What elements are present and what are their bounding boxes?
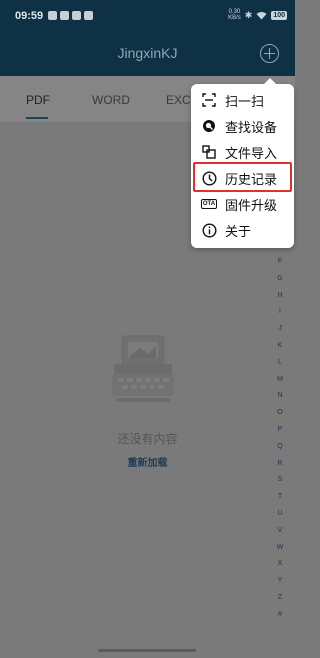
- menu-item-about[interactable]: 关于: [191, 217, 294, 243]
- empty-message: 还没有内容: [117, 432, 178, 446]
- alphabet-index-letter[interactable]: J: [275, 321, 285, 338]
- reload-link[interactable]: 重新加载: [0, 454, 295, 469]
- alphabet-index-letter[interactable]: X: [275, 556, 285, 573]
- status-time: 09:59: [15, 10, 44, 22]
- alphabet-index-letter[interactable]: Z: [275, 590, 285, 607]
- menu-item-label: 关于: [225, 223, 252, 239]
- find-device-icon: [201, 118, 217, 134]
- add-icon[interactable]: [260, 44, 279, 63]
- app-bar: JingxinKJ: [0, 32, 295, 76]
- notification-tiktok-icon: [72, 11, 81, 20]
- alphabet-index-letter[interactable]: P: [275, 422, 285, 439]
- alphabet-index-letter[interactable]: H: [275, 288, 285, 305]
- menu-item-label: 文件导入: [225, 145, 278, 161]
- alphabet-index-letter[interactable]: Y: [275, 573, 285, 590]
- menu-item-find-device[interactable]: 查找设备: [191, 113, 294, 139]
- alphabet-index-letter[interactable]: U: [275, 506, 285, 523]
- bluetooth-icon: ✱: [244, 9, 253, 20]
- alphabet-index-letter[interactable]: T: [275, 489, 285, 506]
- network-speed: 0.30 KB/s: [228, 9, 241, 21]
- alphabet-index-letter[interactable]: S: [275, 472, 285, 489]
- tab-word[interactable]: WORD: [92, 93, 130, 107]
- alphabet-index-letter[interactable]: O: [275, 405, 285, 422]
- scan-icon: [201, 92, 217, 108]
- battery-icon: 100: [271, 10, 287, 20]
- menu-item-label: 查找设备: [225, 119, 278, 135]
- alphabet-index-letter[interactable]: G: [275, 271, 285, 288]
- menu-item-label: 扫一扫: [225, 93, 265, 109]
- alphabet-index-letter[interactable]: K: [275, 338, 285, 355]
- menu-item-scan[interactable]: 扫一扫: [191, 87, 294, 113]
- info-icon: [201, 222, 217, 238]
- wifi-icon: [256, 11, 267, 19]
- menu-item-label: 固件升级: [225, 197, 278, 213]
- alphabet-index-letter[interactable]: N: [275, 388, 285, 405]
- empty-typewriter-icon: [112, 335, 174, 402]
- alphabet-index-letter[interactable]: I: [275, 304, 285, 321]
- notification-app-icon: [48, 11, 57, 20]
- status-right: 0.30 KB/s ✱ 100: [228, 9, 287, 21]
- network-speed-unit: KB/s: [228, 15, 241, 21]
- alphabet-index-letter[interactable]: W: [275, 540, 285, 557]
- history-highlight-box: [193, 162, 292, 192]
- tab-pdf[interactable]: PDF: [26, 93, 50, 107]
- menu-item-firmware-upgrade[interactable]: OTA 固件升级: [191, 191, 294, 217]
- active-tab-indicator: [26, 117, 48, 119]
- alphabet-index-letter[interactable]: F: [275, 254, 285, 271]
- notification-sync-icon: [84, 11, 93, 20]
- alphabet-index[interactable]: F G H I J K L M N O P Q R S T U V W X Y Z #: [275, 254, 285, 624]
- notification-mail-icon: [60, 11, 69, 20]
- alphabet-index-letter[interactable]: V: [275, 523, 285, 540]
- alphabet-index-letter[interactable]: M: [275, 372, 285, 389]
- ota-icon-text: OTA: [200, 199, 218, 209]
- home-indicator[interactable]: [98, 649, 196, 652]
- status-bar: 09:59 0.30 KB/s ✱ 100: [0, 0, 295, 32]
- alphabet-index-letter[interactable]: L: [275, 355, 285, 372]
- app-title: JingxinKJ: [117, 45, 178, 61]
- notification-icons: [48, 11, 93, 20]
- file-import-icon: [201, 144, 217, 160]
- alphabet-index-letter[interactable]: Q: [275, 439, 285, 456]
- ota-icon: OTA: [200, 196, 218, 212]
- alphabet-index-letter[interactable]: #: [275, 607, 285, 624]
- alphabet-index-letter[interactable]: R: [275, 456, 285, 473]
